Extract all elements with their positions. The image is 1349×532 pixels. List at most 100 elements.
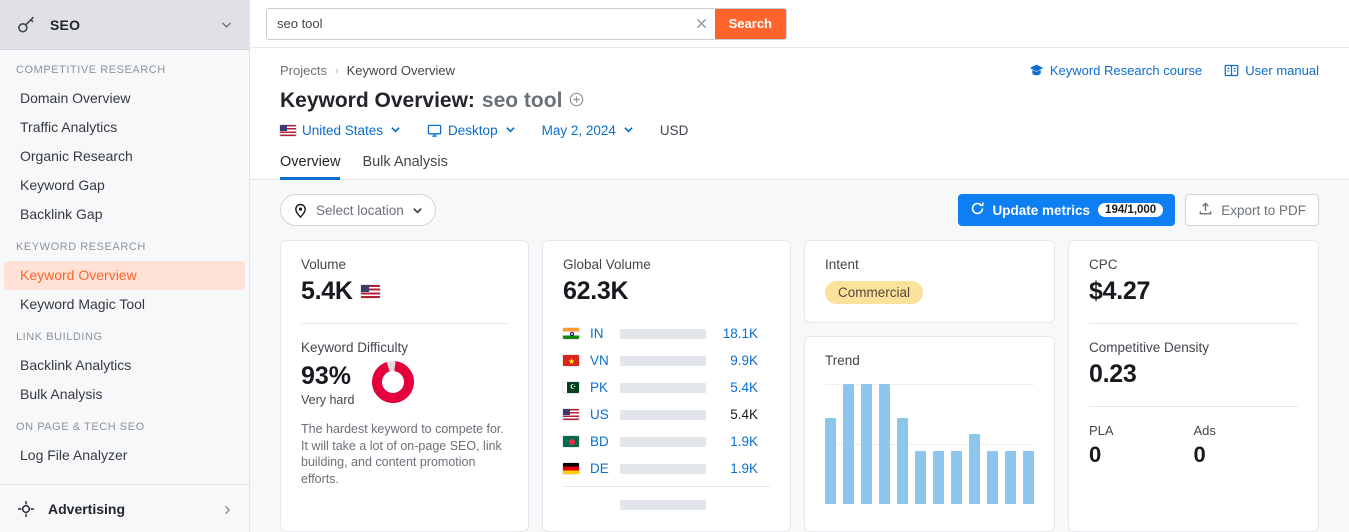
country-code[interactable]: DE (590, 461, 620, 476)
search-wrapper: Search (266, 7, 787, 40)
bar[interactable] (969, 434, 980, 504)
global-volume-value: 62.3K (563, 277, 629, 305)
list-item[interactable]: BD 1.9K (563, 428, 770, 455)
volume-bar (620, 328, 706, 339)
trend-bars (825, 384, 1034, 504)
list-item[interactable]: US 5.4K (563, 401, 770, 428)
global-volume-label: Global Volume (563, 257, 651, 272)
chevron-down-icon (623, 123, 634, 138)
bar[interactable] (843, 384, 854, 504)
us-flag-icon (563, 409, 582, 420)
list-item[interactable]: ☪ PK 5.4K (563, 374, 770, 401)
export-to-pdf-label: Export to PDF (1221, 202, 1306, 218)
bar[interactable] (915, 451, 926, 504)
chevron-right-icon[interactable] (221, 503, 233, 515)
volume-label: Volume (301, 257, 347, 272)
country-code[interactable]: VN (590, 353, 620, 368)
list-item[interactable]: DE 1.9K (563, 455, 770, 482)
tab-bulk-analysis[interactable]: Bulk Analysis (362, 154, 447, 179)
close-icon[interactable] (689, 9, 715, 39)
volume-value: 18.1K (722, 326, 758, 341)
sidebar-item-keyword-overview[interactable]: Keyword Overview (4, 261, 245, 290)
export-to-pdf-button[interactable]: Export to PDF (1185, 194, 1319, 226)
plus-circle-icon[interactable] (569, 92, 584, 107)
graduation-cap-icon (1029, 63, 1044, 78)
tab-overview[interactable]: Overview (280, 154, 341, 180)
chevron-down-icon (505, 123, 516, 138)
sidebar-item-keyword-gap[interactable]: Keyword Gap (4, 171, 245, 200)
bar[interactable] (879, 384, 890, 504)
list-item[interactable]: ★ VN 9.9K (563, 347, 770, 374)
country-code[interactable]: BD (590, 434, 620, 449)
filters-row: United States Desktop May 2, 2024 USD (280, 123, 1319, 138)
date-filter-label: May 2, 2024 (541, 123, 616, 138)
divider (1089, 406, 1298, 407)
sidebar-item-log-file-analyzer[interactable]: Log File Analyzer (4, 441, 245, 470)
bar[interactable] (933, 451, 944, 504)
keyword-difficulty-note: The hardest keyword to compete for. It w… (301, 422, 504, 486)
breadcrumb: Projects › Keyword Overview Keyword Rese… (280, 48, 1319, 78)
sidebar-group-title-competitive-research: COMPETITIVE RESEARCH (16, 64, 166, 76)
toolbar: Select location Update metrics 194/1,000… (250, 180, 1349, 226)
global-volume-card: Global Volume 62.3K IN 18.1K ★ VN 9.9K ☪… (542, 240, 791, 532)
bar[interactable] (1023, 451, 1034, 504)
keyword-difficulty-label: Keyword Difficulty (301, 340, 409, 355)
de-flag-icon (563, 463, 582, 474)
sidebar-product-label: SEO (50, 16, 81, 33)
search-button[interactable]: Search (714, 8, 786, 39)
refresh-icon (970, 201, 985, 219)
vn-flag-icon: ★ (563, 355, 582, 366)
bar[interactable] (861, 384, 872, 504)
bd-flag-icon (563, 436, 582, 447)
device-filter[interactable]: Desktop (427, 123, 516, 138)
bar[interactable] (825, 417, 836, 504)
sidebar-product-switcher[interactable]: SEO (0, 0, 249, 50)
volume-value-row: 5.4K (301, 277, 508, 306)
date-filter[interactable]: May 2, 2024 (542, 123, 634, 138)
sidebar-item-advertising[interactable]: Advertising (0, 484, 249, 532)
country-filter[interactable]: United States (280, 123, 401, 138)
sidebar-item-backlink-analytics[interactable]: Backlink Analytics (4, 351, 245, 380)
competitive-density-label: Competitive Density (1089, 340, 1210, 355)
bar[interactable] (897, 417, 908, 504)
update-metrics-button[interactable]: Update metrics 194/1,000 (957, 194, 1176, 226)
keyword-research-course-link[interactable]: Keyword Research course (1029, 63, 1202, 78)
sidebar-group-title-link-building: LINK BUILDING (16, 331, 103, 343)
sidebar-item-traffic-analytics[interactable]: Traffic Analytics (4, 113, 245, 142)
volume-value: 5.4K (301, 277, 353, 305)
sidebar-item-backlink-gap[interactable]: Backlink Gap (4, 200, 245, 229)
competitive-density-value: 0.23 (1089, 360, 1137, 388)
chevron-down-icon[interactable] (220, 18, 233, 31)
breadcrumb-projects[interactable]: Projects (280, 63, 327, 78)
status-badge[interactable]: Commercial (825, 281, 924, 304)
volume-value: 1.9K (730, 461, 758, 476)
trend-chart (825, 384, 1034, 504)
us-flag-icon (360, 285, 380, 298)
volume-value: 9.9K (730, 353, 758, 368)
bar[interactable] (951, 451, 962, 504)
sidebar-item-bulk-analysis[interactable]: Bulk Analysis (4, 380, 245, 409)
bar[interactable] (1005, 451, 1016, 504)
volume-bar (620, 499, 706, 510)
content: Projects › Keyword Overview Keyword Rese… (250, 48, 1349, 532)
breadcrumb-separator: › (334, 64, 339, 77)
country-code[interactable]: PK (590, 380, 620, 395)
pla-ads-row: PLA 0 Ads 0 (1089, 423, 1298, 468)
select-location-dropdown[interactable]: Select location (280, 194, 436, 226)
sidebar-item-organic-research[interactable]: Organic Research (4, 142, 245, 171)
sidebar-item-domain-overview[interactable]: Domain Overview (4, 84, 245, 113)
cpc-card: CPC $4.27 Competitive Density 0.23 PLA 0 (1068, 240, 1319, 532)
list-item[interactable]: IN 18.1K (563, 320, 770, 347)
page-title-prefix: Keyword Overview: (280, 89, 475, 112)
search-input[interactable] (267, 8, 689, 39)
country-code[interactable]: IN (590, 326, 620, 341)
sidebar-item-keyword-magic-tool[interactable]: Keyword Magic Tool (4, 290, 245, 319)
pla-label: PLA (1089, 423, 1114, 438)
country-code[interactable]: US (590, 407, 620, 422)
list-item-other[interactable] (563, 491, 770, 518)
user-manual-link[interactable]: User manual (1224, 63, 1319, 78)
bar[interactable] (987, 451, 998, 504)
user-manual-label: User manual (1245, 63, 1319, 78)
volume-bar (620, 409, 706, 420)
app-root: SEO COMPETITIVE RESEARCH Domain Overview… (0, 0, 1349, 532)
